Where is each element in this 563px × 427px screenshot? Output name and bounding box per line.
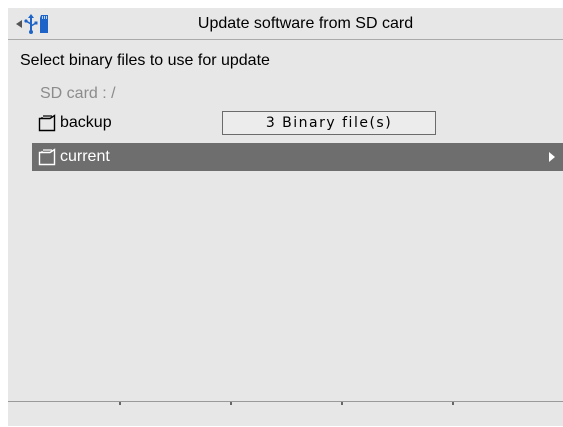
softkey-5[interactable]	[452, 402, 563, 427]
list-item-label: backup	[60, 114, 112, 131]
device-screen: Update software from SD card Select bina…	[8, 8, 563, 426]
instruction-heading: Select binary files to use for update	[20, 52, 270, 69]
softkey-1[interactable]	[8, 402, 119, 427]
current-path: SD card : /	[40, 85, 116, 102]
softkey-4[interactable]	[341, 402, 452, 427]
page-title: Update software from SD card	[197, 15, 414, 32]
folder-icon	[38, 114, 56, 132]
list-item-current[interactable]: current	[32, 143, 563, 171]
binary-file-count-box: 3 Binary file(s)	[222, 111, 436, 135]
softkey-bar	[8, 401, 563, 427]
list-item-backup[interactable]: backup 3 Binary file(s)	[32, 109, 563, 137]
chevron-right-icon	[549, 152, 555, 162]
title-bar: Update software from SD card	[8, 8, 563, 40]
softkey-2[interactable]	[119, 402, 230, 427]
folder-icon	[38, 148, 56, 166]
softkey-3[interactable]	[230, 402, 341, 427]
list-item-label: current	[60, 148, 110, 165]
